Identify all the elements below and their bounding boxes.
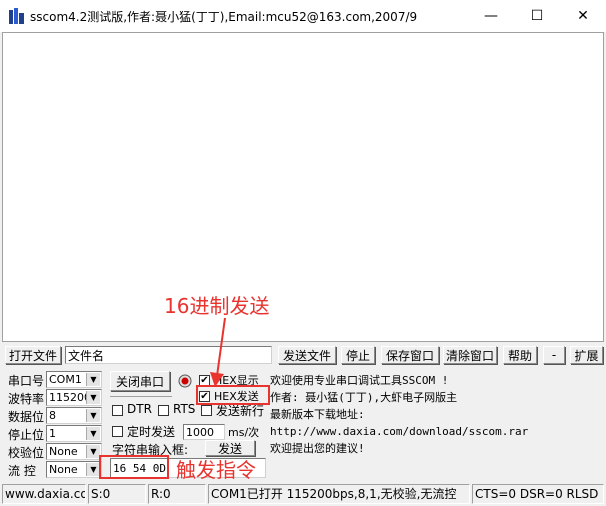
trigger-annotation: 触发指令: [176, 458, 256, 482]
baud-label: 波特率: [8, 392, 45, 406]
expand-button[interactable]: 扩展: [570, 346, 603, 364]
info-line: 作者: 聂小猛(丁丁),大虾电子网版主: [270, 391, 458, 404]
chevron-down-icon: ▼: [86, 463, 100, 476]
stop-bits-select[interactable]: 1 ▼: [46, 425, 102, 442]
status-signals: CTS=0 DSR=0 RLSD: [472, 484, 604, 504]
chevron-down-icon: ▼: [86, 373, 100, 386]
port-select[interactable]: COM1 ▼: [46, 371, 102, 388]
send-newline-checkbox[interactable]: [201, 405, 212, 416]
file-name-input[interactable]: 文件名: [65, 346, 272, 364]
hex-send-highlight: [196, 385, 270, 405]
app-icon: [9, 8, 24, 24]
timed-send-checkbox[interactable]: [112, 426, 123, 437]
maximize-button[interactable]: ☐: [514, 0, 560, 32]
timed-send-label: 定时发送: [127, 425, 176, 439]
collapse-button[interactable]: -: [543, 346, 565, 364]
rts-label: RTS: [173, 402, 196, 416]
divider: [110, 396, 172, 397]
download-link[interactable]: http://www.daxia.com/download/sscom.rar: [268, 423, 604, 440]
parity-label: 校验位: [8, 446, 45, 460]
receive-area[interactable]: [2, 32, 604, 342]
baud-value: 115200: [49, 391, 91, 404]
status-sent-count: S:0: [88, 484, 146, 504]
info-line: 欢迎使用专业串口调试工具SSCOM !: [270, 374, 449, 387]
chevron-down-icon: ▼: [86, 427, 100, 440]
port-value: COM1: [49, 373, 82, 386]
hex-send-annotation: 16进制发送: [164, 294, 270, 318]
flow-control-value: None: [49, 463, 78, 476]
status-received-count: R:0: [148, 484, 206, 504]
flow-control-select[interactable]: None ▼: [46, 461, 102, 478]
interval-unit: ms/次: [228, 426, 260, 439]
info-line: 欢迎提出您的建议!: [270, 442, 365, 455]
parity-value: None: [49, 445, 78, 458]
rts-checkbox[interactable]: [158, 405, 169, 416]
info-line: 最新版本下载地址:: [270, 408, 365, 421]
chevron-down-icon: ▼: [86, 409, 100, 422]
status-port-info: COM1已打开 115200bps,8,1,无校验,无流控: [208, 484, 470, 504]
minimize-button[interactable]: —: [468, 0, 514, 32]
data-bits-label: 数据位: [8, 410, 45, 424]
clear-window-button[interactable]: 清除窗口: [443, 346, 497, 364]
parity-select[interactable]: None ▼: [46, 443, 102, 460]
status-site: www.daxia.com: [2, 484, 86, 504]
open-file-button[interactable]: 打开文件: [5, 346, 61, 364]
stop-button[interactable]: 停止: [341, 346, 375, 364]
send-file-button[interactable]: 发送文件: [278, 346, 336, 364]
dtr-label: DTR: [127, 402, 152, 416]
data-bits-select[interactable]: 8 ▼: [46, 407, 102, 424]
send-input-highlight: [99, 455, 169, 479]
port-status-indicator-icon: [178, 374, 192, 388]
info-panel: 欢迎使用专业串口调试工具SSCOM ! 作者: 聂小猛(丁丁),大虾电子网版主 …: [268, 372, 604, 456]
stop-bits-label: 停止位: [8, 428, 45, 442]
annotation-arrow-icon: [210, 317, 226, 387]
dtr-checkbox[interactable]: [112, 405, 123, 416]
help-button[interactable]: 帮助: [503, 346, 537, 364]
data-bits-value: 8: [49, 409, 56, 422]
close-button[interactable]: ✕: [560, 0, 606, 32]
chevron-down-icon: ▼: [86, 391, 100, 404]
stop-bits-value: 1: [49, 427, 56, 440]
window-title: sscom4.2测试版,作者:聂小猛(丁丁),Email:mcu52@163.c…: [30, 10, 418, 24]
flow-control-label: 流 控: [8, 464, 36, 478]
chevron-down-icon: ▼: [86, 445, 100, 458]
save-window-button[interactable]: 保存窗口: [381, 346, 439, 364]
port-label: 串口号: [8, 374, 45, 388]
baud-select[interactable]: 115200 ▼: [46, 389, 102, 406]
title-bar: sscom4.2测试版,作者:聂小猛(丁丁),Email:mcu52@163.c…: [0, 0, 606, 32]
interval-input[interactable]: 1000: [183, 424, 225, 440]
close-port-button[interactable]: 关闭串口: [110, 371, 170, 391]
